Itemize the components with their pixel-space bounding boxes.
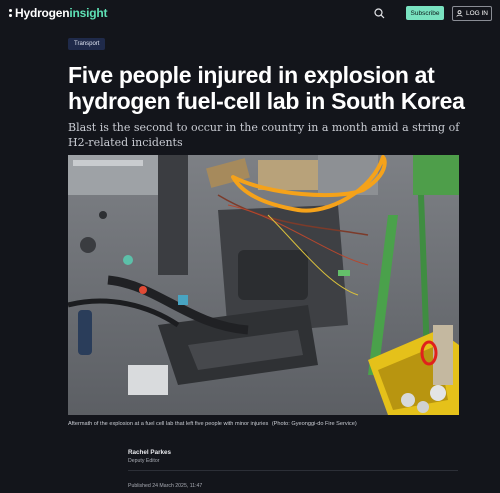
article-photo xyxy=(68,155,459,415)
author-name[interactable]: Rachel Parkes xyxy=(128,449,458,456)
site-logo[interactable]: Hydrogen insight xyxy=(9,6,108,20)
login-label: LOG IN xyxy=(465,9,489,17)
logo-text-hydrogen: Hydrogen xyxy=(15,6,70,20)
caption-text: Aftermath of the explosion at a fuel cel… xyxy=(68,421,269,427)
header-actions: Subscribe LOG IN xyxy=(372,5,492,21)
article-subtitle: Blast is the second to occur in the coun… xyxy=(68,121,460,149)
photo-caption: Aftermath of the explosion at a fuel cel… xyxy=(68,421,468,427)
published-date: Published 24 March 2025, 11:47 xyxy=(128,483,203,489)
explosion-aftermath-image xyxy=(68,155,459,415)
logo-mark-icon xyxy=(9,9,13,17)
logo-text-insight: insight xyxy=(69,6,108,20)
site-header: Hydrogen insight Subscribe LOG IN xyxy=(0,0,500,26)
author-block: Rachel Parkes Deputy Editor xyxy=(128,449,458,471)
photo-credit: (Photo: Gyeonggi-do Fire Service) xyxy=(271,421,357,427)
search-icon[interactable] xyxy=(372,6,386,20)
login-button[interactable]: LOG IN xyxy=(452,5,492,21)
category-badge[interactable]: Transport xyxy=(68,38,106,50)
subscribe-button[interactable]: Subscribe xyxy=(406,6,444,20)
user-icon xyxy=(456,9,463,17)
author-role: Deputy Editor xyxy=(128,458,160,464)
article-title: Five people injured in explosion at hydr… xyxy=(68,62,465,114)
